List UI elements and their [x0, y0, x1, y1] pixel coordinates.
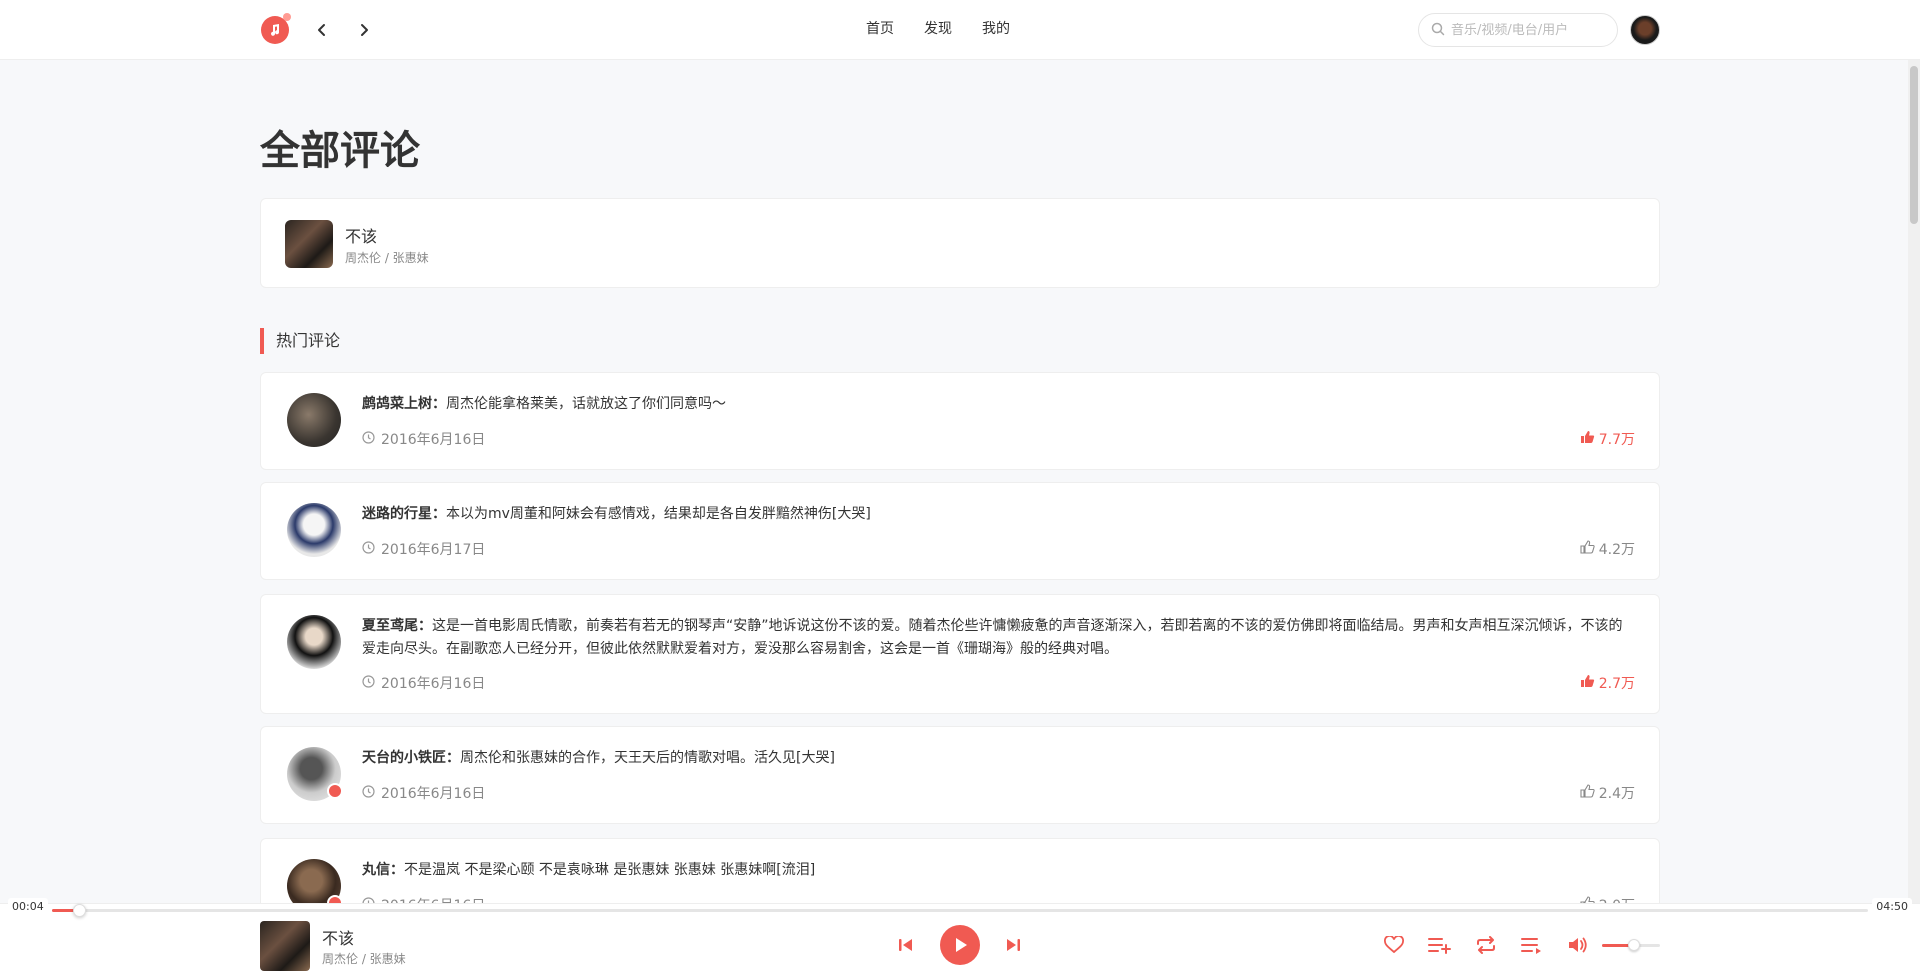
- comment-item: 夏至鸢尾：这是一首电影周氏情歌，前奏若有若无的钢琴声“安静”地诉说这份不该的爱。…: [260, 594, 1660, 714]
- comment-username[interactable]: 夏至鸢尾：: [362, 618, 432, 634]
- player-song-name[interactable]: 不该: [322, 925, 354, 949]
- like-button[interactable]: 4.2万: [1580, 539, 1635, 559]
- comment-content: 不是温岚 不是梁心颐 不是袁咏琳 是张惠妹 张惠妹 张惠妹啊[流泪]: [404, 862, 816, 878]
- top-header: 首页 发现 我的: [0, 0, 1920, 60]
- repeat-icon[interactable]: [1473, 933, 1499, 957]
- player-artist[interactable]: 周杰伦 / 张惠妹: [322, 950, 406, 967]
- comment-item: 鹧鸪菜上树：周杰伦能拿格莱美，话就放这了你们同意吗～ 2016年6月16日 7.…: [260, 372, 1660, 470]
- search-icon: [1431, 21, 1445, 40]
- volume-icon[interactable]: [1565, 933, 1591, 957]
- search-input[interactable]: [1451, 22, 1601, 38]
- progress-handle[interactable]: [73, 904, 87, 917]
- playlist-icon[interactable]: [1519, 933, 1545, 957]
- comment-username[interactable]: 鹧鸪菜上树：: [362, 396, 446, 412]
- heart-icon[interactable]: [1381, 933, 1407, 957]
- like-count: 7.7万: [1598, 432, 1635, 448]
- comment-content: 周杰伦能拿格莱美，话就放这了你们同意吗～: [446, 396, 726, 412]
- comment-meta: 2016年6月16日: [362, 783, 485, 803]
- thumbs-up-icon: [1580, 430, 1595, 448]
- clock-icon: [362, 674, 375, 692]
- play-button[interactable]: [940, 925, 980, 965]
- comment-date: 2016年6月16日: [381, 676, 486, 692]
- progress-area: 00:04 04:50: [0, 896, 1920, 924]
- page-scrollbar[interactable]: [1908, 60, 1920, 903]
- top-nav: 首页 发现 我的: [866, 18, 1040, 38]
- thumbs-up-icon: [1580, 784, 1595, 802]
- song-cover[interactable]: [285, 220, 333, 268]
- next-track-icon[interactable]: [1001, 933, 1025, 957]
- player-cover[interactable]: [260, 921, 310, 971]
- comment-meta: 2016年6月16日: [362, 673, 485, 693]
- comment-username[interactable]: 天台的小铁匠：: [362, 750, 460, 766]
- like-button[interactable]: 2.7万: [1580, 673, 1635, 693]
- play-icon: [956, 938, 967, 952]
- total-time: 04:50: [1872, 898, 1912, 915]
- comment-username[interactable]: 迷路的行星：: [362, 506, 446, 522]
- comment-content: 这是一首电影周氏情歌，前奏若有若无的钢琴声“安静”地诉说这份不该的爱。随着杰伦些…: [362, 618, 1623, 657]
- hot-comments-title: 热门评论: [260, 328, 340, 354]
- clock-icon: [362, 430, 375, 448]
- like-count: 4.2万: [1598, 542, 1635, 558]
- clock-icon: [362, 540, 375, 558]
- thumbs-up-icon: [1580, 674, 1595, 692]
- avatar[interactable]: [287, 615, 341, 669]
- scrollbar-thumb[interactable]: [1910, 66, 1918, 224]
- clock-icon: [362, 784, 375, 802]
- avatar[interactable]: [287, 747, 343, 801]
- chevron-right-icon[interactable]: [352, 18, 376, 42]
- volume-slider[interactable]: [1602, 939, 1660, 951]
- comment-meta: 2016年6月16日: [362, 429, 485, 449]
- chevron-left-icon[interactable]: [310, 18, 334, 42]
- previous-track-icon[interactable]: [894, 933, 918, 957]
- thumbs-up-icon: [1580, 540, 1595, 558]
- avatar[interactable]: [287, 393, 341, 447]
- song-name[interactable]: 不该: [345, 223, 377, 247]
- avatar[interactable]: [287, 503, 341, 557]
- user-avatar[interactable]: [1630, 15, 1660, 45]
- page-title: 全部评论: [260, 128, 420, 174]
- comment-item: 迷路的行星：本以为mv周董和阿妹会有感情戏，结果却是各自发胖黯然神伤[大哭] 2…: [260, 482, 1660, 580]
- nav-discover[interactable]: 发现: [924, 18, 952, 38]
- like-button[interactable]: 7.7万: [1580, 429, 1635, 449]
- comment-date: 2016年6月16日: [381, 786, 486, 802]
- music-note-logo[interactable]: [261, 13, 291, 44]
- comment-date: 2016年6月17日: [381, 542, 486, 558]
- song-card[interactable]: 不该 周杰伦 / 张惠妹: [260, 198, 1660, 288]
- like-button[interactable]: 2.4万: [1580, 783, 1635, 803]
- progress-bar[interactable]: [52, 904, 1868, 917]
- search-box[interactable]: [1418, 13, 1618, 47]
- nav-home[interactable]: 首页: [866, 18, 894, 38]
- like-count: 2.7万: [1598, 676, 1635, 692]
- comment-date: 2016年6月16日: [381, 432, 486, 448]
- comment-meta: 2016年6月17日: [362, 539, 485, 559]
- comment-item: 天台的小铁匠：周杰伦和张惠妹的合作，天王天后的情歌对唱。活久见[大哭] 2016…: [260, 726, 1660, 824]
- verified-badge-icon: [327, 783, 343, 799]
- comment-content: 本以为mv周董和阿妹会有感情戏，结果却是各自发胖黯然神伤[大哭]: [446, 506, 871, 522]
- comment-username[interactable]: 丸信：: [362, 862, 404, 878]
- add-to-playlist-icon[interactable]: [1427, 933, 1453, 957]
- volume-handle[interactable]: [1627, 939, 1640, 951]
- like-count: 2.4万: [1598, 786, 1635, 802]
- comment-content: 周杰伦和张惠妹的合作，天王天后的情歌对唱。活久见[大哭]: [460, 750, 835, 766]
- nav-mine[interactable]: 我的: [982, 18, 1010, 38]
- song-artist[interactable]: 周杰伦 / 张惠妹: [345, 249, 429, 266]
- current-time: 00:04: [8, 898, 48, 915]
